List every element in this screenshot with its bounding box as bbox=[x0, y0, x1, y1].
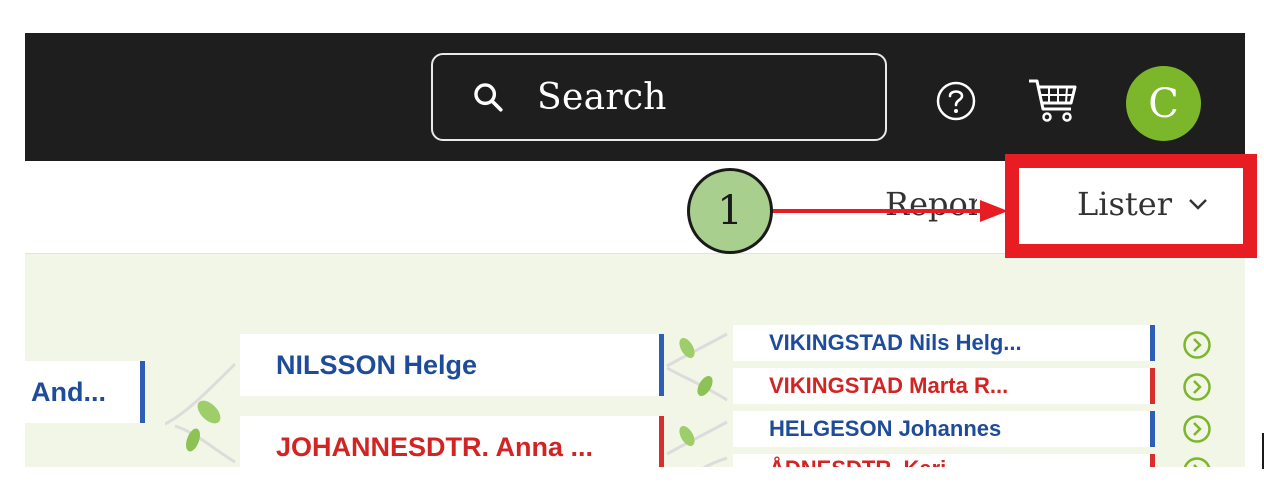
search-icon bbox=[474, 83, 503, 112]
person-name: JOHANNESDTR. Anna ... bbox=[276, 431, 594, 462]
person-name: VIKINGSTAD Marta R... bbox=[769, 373, 1009, 398]
expand-arrow-icon[interactable] bbox=[1182, 456, 1212, 467]
search-placeholder: Search bbox=[537, 76, 667, 118]
branch-leaf-icon bbox=[165, 362, 237, 464]
person-card-grandparent[interactable]: VIKINGSTAD Marta R... bbox=[733, 368, 1155, 404]
person-name: And... bbox=[31, 376, 106, 407]
family-tree-area: And... NILSSON Helge JOHANNESDTR. Anna .… bbox=[25, 254, 1245, 467]
person-card-grandparent[interactable]: HELGESON Johannes bbox=[733, 411, 1155, 447]
person-name: VIKINGSTAD Nils Helg... bbox=[769, 330, 1022, 355]
person-card-grandparent[interactable]: ÅDNESDTR. Kari bbox=[733, 454, 1155, 467]
help-circle-icon[interactable] bbox=[935, 80, 977, 122]
expand-arrow-icon[interactable] bbox=[1182, 414, 1212, 444]
highlight-box bbox=[1005, 154, 1257, 258]
search-box[interactable]: Search bbox=[431, 53, 887, 141]
branch-leaf-icon bbox=[666, 420, 728, 467]
branch-leaf-icon bbox=[666, 332, 728, 402]
person-card-grandparent[interactable]: VIKINGSTAD Nils Helg... bbox=[733, 325, 1155, 361]
step-marker: 1 bbox=[687, 168, 773, 254]
person-name: HELGESON Johannes bbox=[769, 416, 1002, 441]
expand-arrow-icon[interactable] bbox=[1182, 330, 1212, 360]
annotation-arrow bbox=[772, 200, 1008, 222]
person-card-root[interactable]: And... bbox=[25, 361, 145, 423]
person-card-father[interactable]: NILSSON Helge bbox=[240, 334, 664, 396]
shopping-cart-icon[interactable] bbox=[1027, 77, 1079, 125]
person-card-mother[interactable]: JOHANNESDTR. Anna ... bbox=[240, 416, 664, 467]
person-name: NILSSON Helge bbox=[276, 349, 478, 380]
expand-arrow-icon[interactable] bbox=[1182, 372, 1212, 402]
person-name: ÅDNESDTR. Kari bbox=[769, 456, 946, 467]
top-header: Search C bbox=[25, 33, 1245, 161]
user-avatar[interactable]: C bbox=[1126, 66, 1201, 141]
